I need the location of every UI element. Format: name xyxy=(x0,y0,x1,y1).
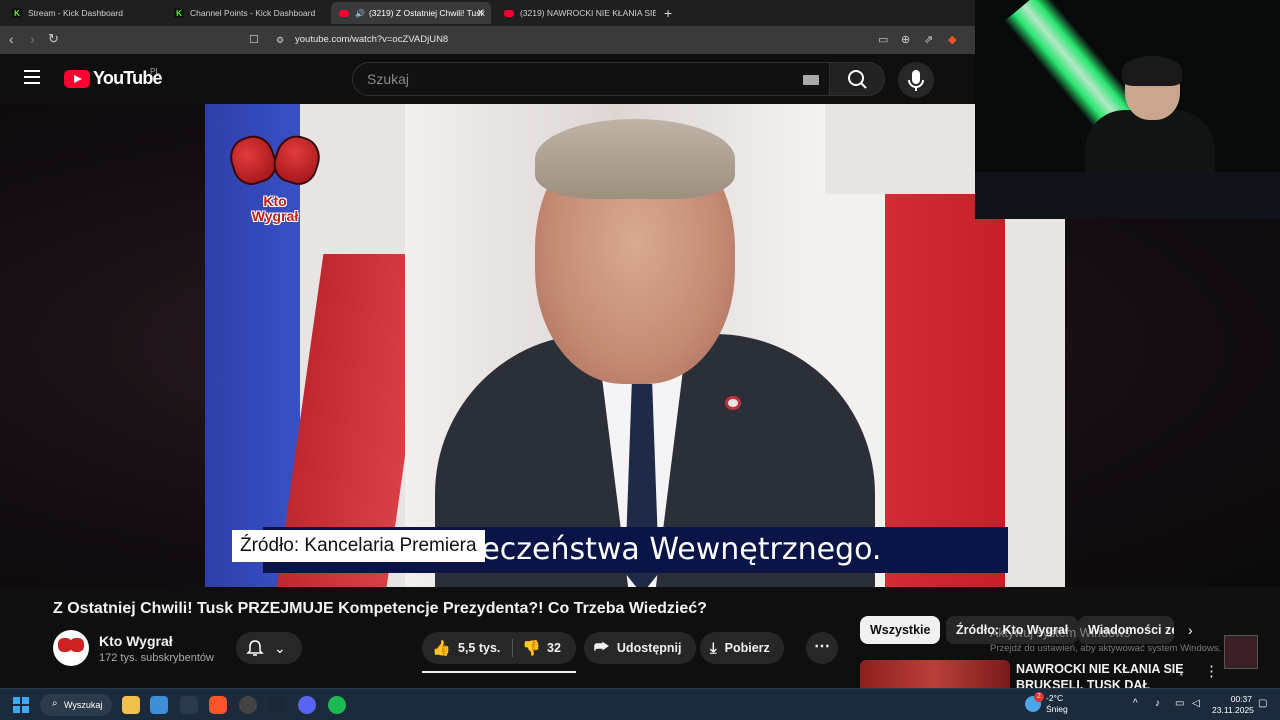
download-icon: ⤓ xyxy=(710,639,717,657)
speaker-hair xyxy=(535,119,735,199)
share-button[interactable]: ⮫ Udostępnij xyxy=(584,632,696,664)
subscription-bell-button[interactable]: ⌄ xyxy=(236,632,302,664)
source-label: Źródło: Kancelaria Premiera xyxy=(232,530,485,562)
windows-start-icon[interactable] xyxy=(13,697,29,713)
video-subtitle: ieczeństwa Wewnętrznego. xyxy=(473,532,882,567)
search-icon xyxy=(848,70,867,89)
channel-watermark-logo: Kto Wygrał xyxy=(223,116,327,236)
app-icon[interactable] xyxy=(180,696,198,714)
spotify-icon[interactable] xyxy=(328,696,346,714)
subscriber-count: 172 tys. subskrybentów xyxy=(99,652,214,664)
speaker-icon: 🔊 xyxy=(355,8,365,18)
volume-icon[interactable]: ◁ xyxy=(1192,698,1200,709)
photos-icon[interactable] xyxy=(150,696,168,714)
video-frame[interactable]: Kto Wygrał ieczeństwa Wewnętrznego. Źród… xyxy=(205,104,1065,587)
youtube-header: YouTube PL xyxy=(0,54,975,104)
youtube-play-icon xyxy=(64,69,90,88)
microphone-icon xyxy=(908,70,924,91)
windows-taskbar: Wyszukaj ⌕ 2 -2°C Śnieg ^ ♪ ▭ ◁ 00:37 23… xyxy=(0,688,1280,720)
browser-tab-bar: K Stream - Kick Dashboard K Channel Poin… xyxy=(0,0,975,26)
recommended-thumbnail[interactable] xyxy=(860,660,1010,688)
thumbs-down-icon[interactable]: 👎 xyxy=(522,639,541,657)
webcam-overlay xyxy=(975,0,1280,219)
thumbs-up-icon[interactable]: 👍 xyxy=(432,639,451,657)
address-bar[interactable]: youtube.com/watch?v=ocZVADjUN8 xyxy=(295,34,448,45)
site-info-icon[interactable]: ⚙ xyxy=(276,35,284,46)
notification-icon[interactable]: ▢ xyxy=(1258,698,1267,709)
steam-icon[interactable] xyxy=(268,696,286,714)
streamer-hair xyxy=(1122,56,1182,86)
windows-activation-subtitle: Przejdź do ustawień, aby aktywować syste… xyxy=(990,643,1222,654)
dislike-count[interactable]: 32 xyxy=(547,641,561,655)
file-explorer-icon[interactable] xyxy=(122,696,140,714)
new-tab-button[interactable]: + xyxy=(664,5,672,21)
youtube-logo[interactable]: YouTube xyxy=(64,68,163,89)
share-arrow-icon: ⮫ xyxy=(594,639,609,656)
tab-kick-stream[interactable]: K Stream - Kick Dashboard xyxy=(4,2,164,24)
download-button[interactable]: ⤓ Pobierz xyxy=(700,632,784,664)
browser-toolbar: ‹ › ↻ ☐ ⚙ youtube.com/watch?v=ocZVADjUN8… xyxy=(0,26,975,54)
keyboard-icon[interactable] xyxy=(803,75,819,85)
network-icon[interactable]: ▭ xyxy=(1175,698,1184,709)
obs-icon[interactable] xyxy=(239,696,257,714)
microphone-icon[interactable]: ♪ xyxy=(1155,698,1160,709)
chip-all[interactable]: Wszystkie xyxy=(860,616,941,644)
recommended-title[interactable]: NAWROCKI NIE KŁANIA SIĘ BRUKSELI. TUSK D… xyxy=(1016,661,1196,688)
chevron-up-icon[interactable]: ^ xyxy=(1133,698,1138,709)
close-tab-icon[interactable]: ✕ xyxy=(477,8,485,19)
weather-badge: 2 xyxy=(1034,692,1044,702)
kick-icon: K xyxy=(174,8,184,18)
voice-search-button[interactable] xyxy=(898,62,934,98)
webcam-lower-band xyxy=(975,172,1280,219)
channel-endcard-icon[interactable] xyxy=(1224,635,1258,669)
bookmark-icon[interactable]: ☐ xyxy=(249,33,259,46)
taskbar-search[interactable]: Wyszukaj xyxy=(40,694,112,716)
share-icon[interactable]: ⇗ xyxy=(924,33,933,46)
like-ratio-bar xyxy=(422,671,576,673)
bell-icon xyxy=(246,640,264,656)
like-dislike-group: 👍 5,5 tys. 👎 32 xyxy=(422,632,576,664)
lapel-pin xyxy=(725,396,741,410)
cast-icon[interactable]: ▭ xyxy=(878,33,888,46)
channel-name[interactable]: Kto Wygrał xyxy=(99,633,173,649)
kick-icon: K xyxy=(12,8,22,18)
search-button[interactable] xyxy=(829,62,885,96)
like-count[interactable]: 5,5 tys. xyxy=(458,641,500,655)
video-title: Z Ostatniej Chwili! Tusk PRZEJMUJE Kompe… xyxy=(53,600,707,617)
zoom-icon[interactable]: ⊕ xyxy=(901,33,910,46)
more-actions-icon[interactable]: ⋯ xyxy=(806,632,838,664)
search-box xyxy=(352,62,830,96)
reload-icon[interactable]: ↻ xyxy=(48,32,59,46)
youtube-icon xyxy=(504,9,514,17)
windows-activation-title: Aktywuj system Windows xyxy=(990,626,1131,640)
chevron-right-icon[interactable]: › xyxy=(1188,622,1193,638)
youtube-icon xyxy=(339,9,349,17)
boxing-gloves-icon xyxy=(224,130,326,196)
brave-shield-icon[interactable]: ◆ xyxy=(948,33,956,46)
channel-avatar[interactable] xyxy=(53,630,89,666)
forward-icon[interactable]: › xyxy=(30,32,35,46)
more-vertical-icon[interactable]: ⋮ xyxy=(1204,662,1219,680)
menu-icon[interactable] xyxy=(24,70,40,84)
country-code: PL xyxy=(150,67,160,76)
brave-browser-icon[interactable] xyxy=(209,696,227,714)
tab-kick-channel-points[interactable]: K Channel Points - Kick Dashboard xyxy=(166,2,328,24)
search-input[interactable] xyxy=(367,71,787,87)
chevron-down-icon: ⌄ xyxy=(274,639,286,656)
tab-youtube-active[interactable]: 🔊 (3219) Z Ostatniej Chwili! Tusk ✕ xyxy=(331,2,491,24)
clock[interactable]: 00:37 23.11.2025 xyxy=(1212,694,1254,716)
tab-youtube-nawrocki[interactable]: (3219) NAWROCKI NIE KŁANIA SIĘ BR xyxy=(496,2,658,24)
weather-widget[interactable]: -2°C Śnieg xyxy=(1046,693,1068,715)
discord-icon[interactable] xyxy=(298,696,316,714)
search-icon: ⌕ xyxy=(52,698,58,709)
back-icon[interactable]: ‹ xyxy=(9,32,14,46)
